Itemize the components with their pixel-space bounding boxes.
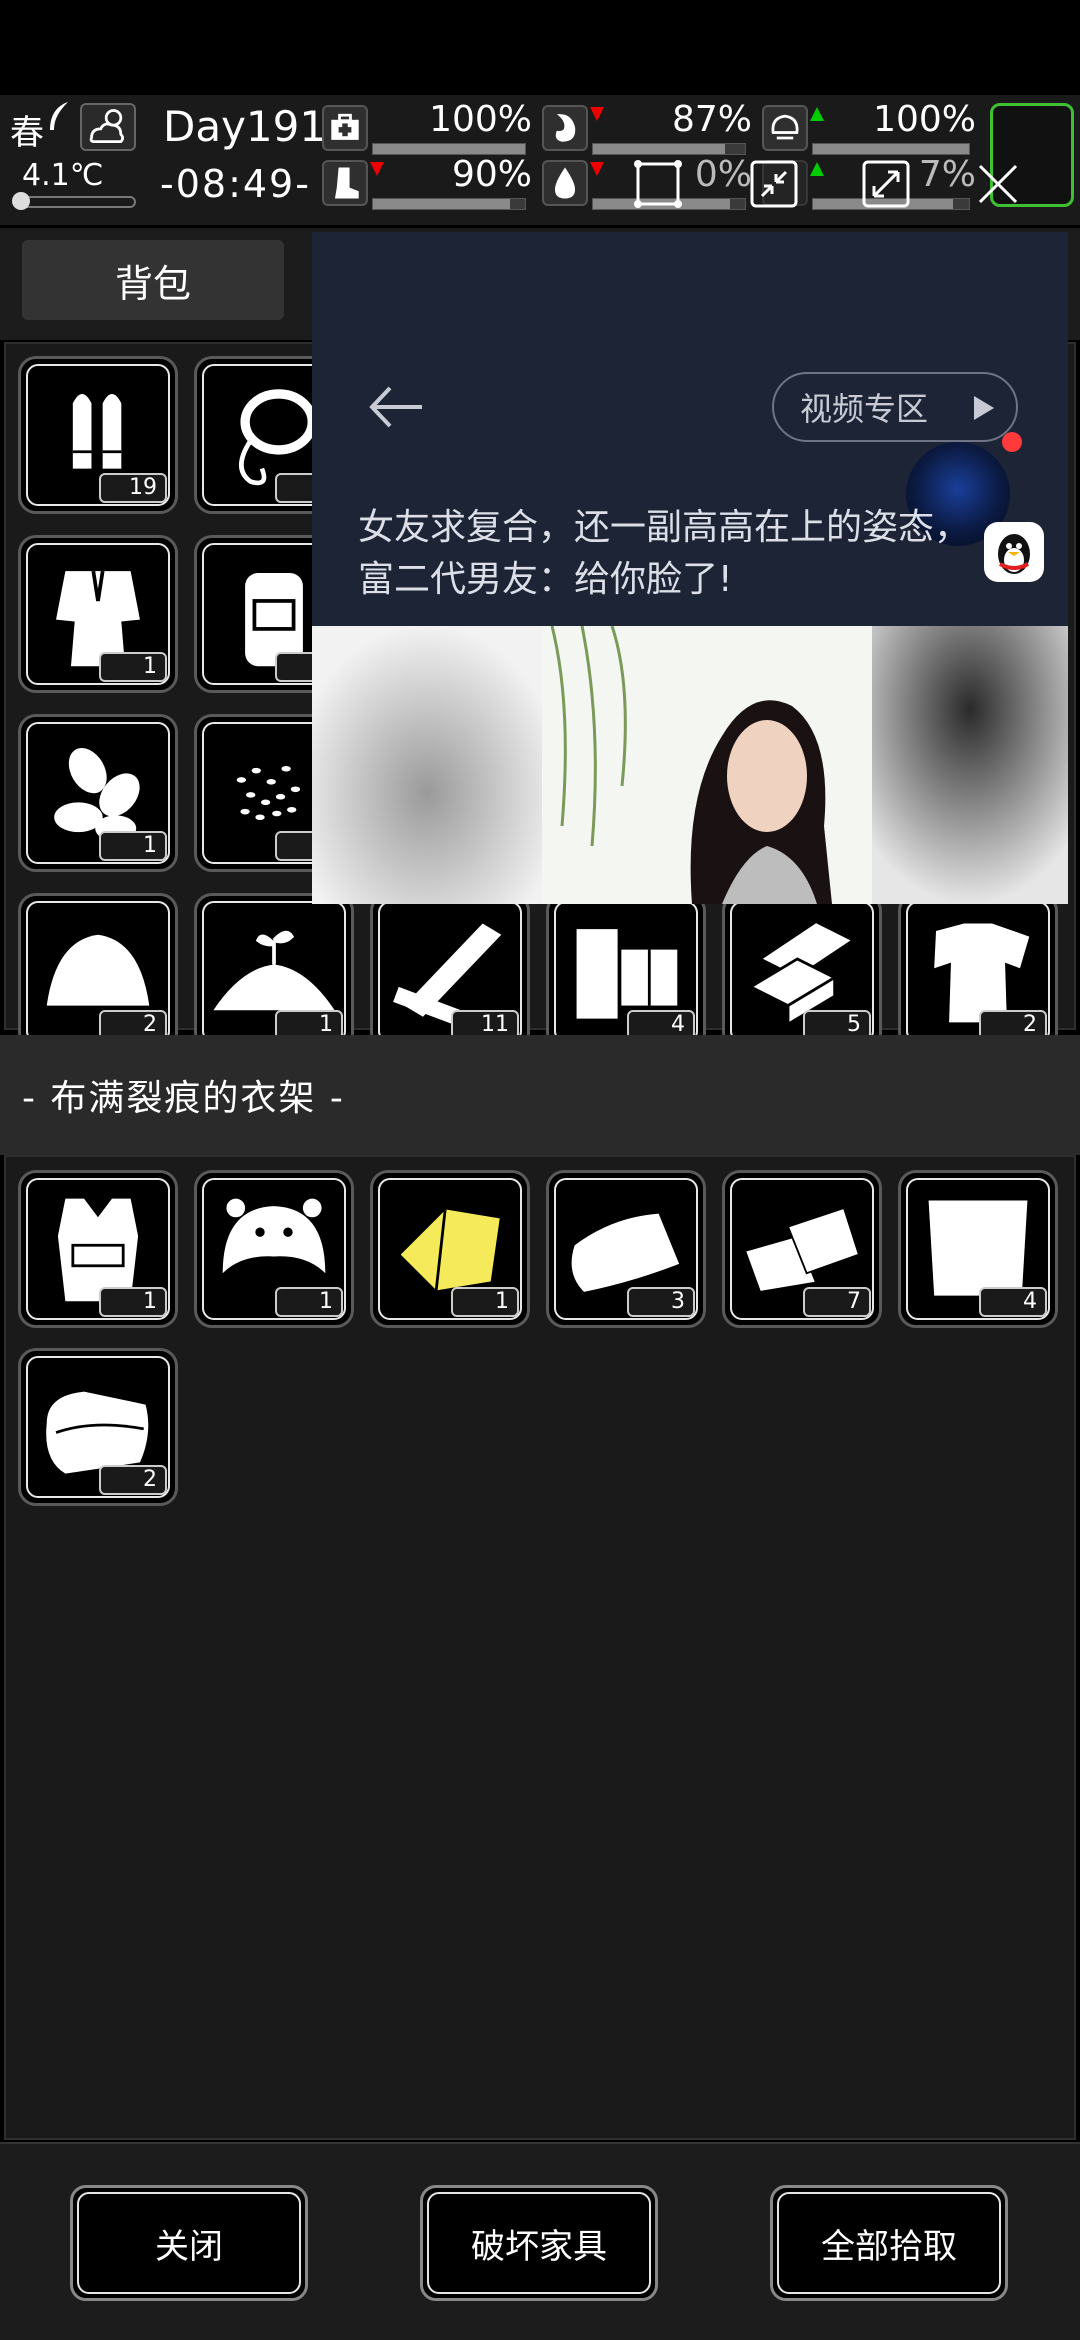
play-icon: [974, 396, 994, 420]
item-count: 7: [803, 1287, 871, 1317]
video-zone-button[interactable]: 视频专区: [772, 372, 1018, 442]
stat-mood-fill: [813, 144, 969, 154]
inventory-slot[interactable]: 4: [546, 893, 706, 1051]
close-button[interactable]: 关闭: [70, 2185, 308, 2301]
item-count: 4: [979, 1287, 1047, 1317]
inventory-slot[interactable]: 19: [18, 356, 178, 514]
shrink-icon[interactable]: [746, 156, 802, 212]
temperature: 4.1℃: [22, 158, 104, 193]
container-slot[interactable]: 3: [546, 1170, 706, 1328]
item-count: 1: [275, 1287, 343, 1317]
close-button-label: 关闭: [77, 2192, 301, 2294]
cloudy-sun-icon: [89, 109, 125, 144]
container-slot[interactable]: 1: [194, 1170, 354, 1328]
notification-dot: [1002, 432, 1022, 452]
thirst-down-arrow-icon: [590, 162, 604, 176]
inventory-slot[interactable]: 1: [18, 535, 178, 693]
item-count: 1: [451, 1287, 519, 1317]
stat-health-fill: [373, 144, 525, 154]
container-slot[interactable]: 1: [18, 1170, 178, 1328]
container-slot[interactable]: 2: [18, 1348, 178, 1506]
temperature-knob: [12, 192, 30, 210]
container-slot[interactable]: 7: [722, 1170, 882, 1328]
clean-up-arrow-icon: [810, 162, 824, 176]
destroy-furniture-label: 破坏家具: [427, 2192, 651, 2294]
brain-icon: [762, 105, 808, 151]
boot-icon: [322, 160, 368, 206]
feather-icon: [50, 102, 68, 130]
stat-stamina-value: 90%: [451, 154, 532, 195]
inventory-slot[interactable]: 11: [370, 893, 530, 1051]
video-overlay[interactable]: 视频专区 女友求复合，还一副高高在上的姿态，富二代男友：给你脸了!: [312, 232, 1068, 904]
close-icon[interactable]: [970, 156, 1026, 212]
destroy-furniture-button[interactable]: 破坏家具: [420, 2185, 658, 2301]
water-drop-icon: [542, 160, 588, 206]
item-count: 2: [99, 1465, 167, 1495]
stomach-icon: [542, 105, 588, 151]
take-all-button[interactable]: 全部拾取: [770, 2185, 1008, 2301]
video-zone-label: 视频专区: [800, 390, 929, 428]
inventory-slot[interactable]: 2: [18, 893, 178, 1051]
game-time: -08:49-: [160, 162, 311, 206]
item-count: 1: [99, 1287, 167, 1317]
item-count: 1: [99, 831, 167, 861]
stat-hunger-value: 87%: [671, 99, 752, 140]
stat-thirst-value: 0%: [694, 154, 752, 195]
item-count: 1: [99, 652, 167, 682]
back-arrow-icon[interactable]: [366, 382, 426, 432]
weather-button[interactable]: [80, 103, 136, 151]
container-slot[interactable]: 4: [898, 1170, 1058, 1328]
item-count: 19: [99, 473, 167, 503]
expand-icon[interactable]: [858, 156, 914, 212]
take-all-label: 全部拾取: [777, 2192, 1001, 2294]
inventory-slot[interactable]: 2: [898, 893, 1058, 1051]
stat-mood-value: 100%: [873, 99, 976, 140]
item-count: 3: [627, 1287, 695, 1317]
temperature-bar: [12, 192, 136, 210]
inventory-slot[interactable]: 1: [194, 893, 354, 1051]
stat-health-value: 100%: [429, 99, 532, 140]
article-title[interactable]: 女友求复合，还一副高高在上的姿态，富二代男友：给你脸了!: [358, 502, 998, 606]
stat-clean-value: 7%: [918, 154, 976, 195]
mood-up-arrow-icon: [810, 107, 824, 121]
video-thumbnail[interactable]: [312, 626, 1068, 904]
container-slot[interactable]: 1: [370, 1170, 530, 1328]
stat-hunger-fill: [593, 144, 726, 154]
window-resize-icon[interactable]: [630, 156, 686, 212]
first-aid-kit-icon: [322, 105, 368, 151]
video-still-image: [312, 626, 1068, 904]
stamina-down-arrow-icon: [370, 162, 384, 176]
inventory-slot[interactable]: 5: [722, 893, 882, 1051]
hunger-down-arrow-icon: [590, 107, 604, 121]
inventory-slot[interactable]: 1: [18, 714, 178, 872]
tab-backpack[interactable]: 背包: [22, 240, 284, 320]
season-label: 春: [10, 113, 44, 153]
stat-stamina-bar: [372, 198, 526, 210]
day-counter: Day191: [163, 102, 327, 151]
container-title: - 布满裂痕的衣架 -: [0, 1035, 1080, 1155]
stat-stamina: 90%: [322, 154, 532, 220]
stat-stamina-fill: [373, 199, 510, 209]
